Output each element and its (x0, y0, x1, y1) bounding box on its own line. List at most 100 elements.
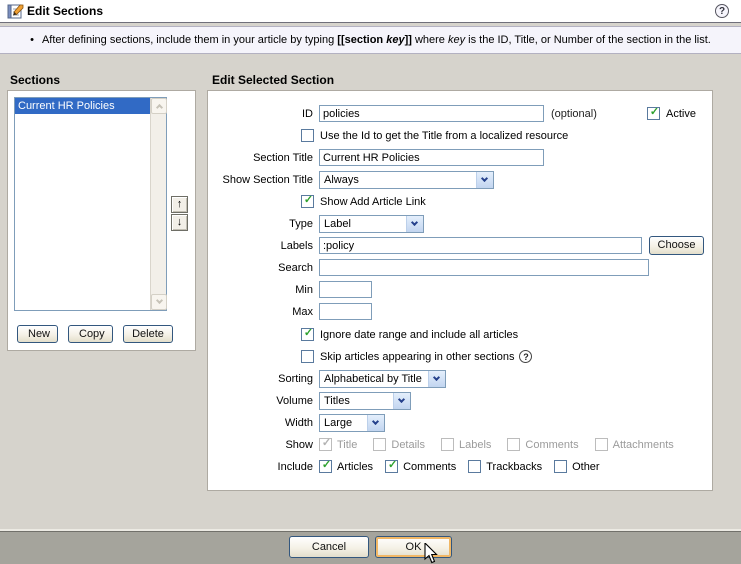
check-icon: ✓ (648, 107, 661, 118)
show-option-attachments: ✓ Attachments (595, 438, 674, 451)
skip-articles-checkbox[interactable]: ✓ (301, 350, 314, 363)
show-add-article-row: ✓ Show Add Article Link (213, 193, 704, 210)
sections-heading: Sections (10, 73, 60, 87)
include-option-trackbacks: ✓ Trackbacks (468, 460, 542, 473)
labels-checkbox: ✓ (441, 438, 454, 451)
ignore-date-range-label: Ignore date range and include all articl… (320, 329, 518, 341)
move-down-button[interactable]: ↓ (171, 214, 188, 231)
dialog-title: Edit Sections (27, 4, 103, 18)
scroll-up-icon[interactable] (151, 98, 167, 114)
attachments-checkbox: ✓ (595, 438, 608, 451)
sorting-select[interactable]: Alphabetical by Title (319, 370, 446, 388)
volume-row: Volume Titles (213, 392, 704, 409)
type-label: Type (213, 218, 313, 230)
scroll-down-icon[interactable] (151, 294, 167, 310)
chevron-down-icon (393, 393, 410, 409)
include-option-comments: ✓ Comments (385, 460, 456, 473)
type-row: Type Label (213, 215, 704, 232)
skip-articles-label: Skip articles appearing in other section… (320, 351, 514, 363)
listbox-scrollbar[interactable] (150, 98, 166, 310)
search-input[interactable] (319, 259, 649, 276)
down-arrow-icon: ↓ (177, 216, 183, 228)
search-row: Search (213, 259, 704, 276)
localized-row: ✓ Use the Id to get the Title from a loc… (213, 127, 704, 144)
show-option-comments: ✓ Comments (507, 438, 578, 451)
optional-hint: (optional) (551, 108, 597, 120)
comments-checkbox: ✓ (507, 438, 520, 451)
ok-button[interactable]: OK (375, 536, 452, 558)
edit-form-icon (7, 3, 24, 20)
min-row: Min (213, 281, 704, 298)
edit-section-form: ID (optional) ✓ Active ✓ Use the Id to g… (207, 90, 713, 491)
sorting-row: Sorting Alphabetical by Title (213, 370, 704, 387)
info-note-bar: • After defining sections, include them … (0, 26, 741, 54)
min-label: Min (213, 284, 313, 296)
other-checkbox[interactable]: ✓ (554, 460, 567, 473)
localized-label: Use the Id to get the Title from a local… (320, 130, 568, 142)
include-options-row: Include ✓ Articles ✓ Comments ✓ Trackbac… (213, 458, 704, 475)
show-label: Show (213, 439, 313, 451)
list-item[interactable]: Current HR Policies (15, 98, 150, 114)
sections-listbox[interactable]: Current HR Policies (14, 97, 167, 311)
ignore-date-range-checkbox[interactable]: ✓ (301, 328, 314, 341)
volume-select[interactable]: Titles (319, 392, 411, 410)
show-option-labels: ✓ Labels (441, 438, 491, 451)
chevron-down-icon (476, 172, 493, 188)
move-up-button[interactable]: ↑ (171, 196, 188, 213)
articles-checkbox[interactable]: ✓ (319, 460, 332, 473)
delete-button[interactable]: Delete (123, 325, 173, 343)
include-comments-checkbox[interactable]: ✓ (385, 460, 398, 473)
up-arrow-icon: ↑ (177, 198, 183, 210)
width-select[interactable]: Large (319, 414, 385, 432)
labels-label: Labels (213, 240, 313, 252)
info-note-text: After defining sections, include them in… (42, 34, 711, 46)
choose-button[interactable]: Choose (649, 236, 704, 255)
ignore-date-range-row: ✓ Ignore date range and include all arti… (213, 326, 704, 343)
labels-input[interactable] (319, 237, 642, 254)
min-input[interactable] (319, 281, 372, 298)
copy-button[interactable]: Copy (68, 325, 113, 343)
max-label: Max (213, 306, 313, 318)
edit-sections-dialog: Edit Sections ? • After defining section… (0, 0, 741, 564)
list-actions: New Copy Delete (17, 325, 173, 343)
search-label: Search (213, 262, 313, 274)
show-section-title-row: Show Section Title Always (213, 171, 704, 188)
id-row: ID (optional) ✓ Active (213, 105, 704, 122)
new-button[interactable]: New (17, 325, 58, 343)
trackbacks-checkbox[interactable]: ✓ (468, 460, 481, 473)
sections-panel: Current HR Policies ↑ ↓ New Copy Delete (7, 90, 196, 351)
help-icon[interactable]: ? (715, 4, 729, 18)
max-row: Max (213, 303, 704, 320)
include-option-other: ✓ Other (554, 460, 600, 473)
bullet-icon: • (30, 34, 34, 46)
max-input[interactable] (319, 303, 372, 320)
include-label: Include (213, 461, 313, 473)
id-input[interactable] (319, 105, 544, 122)
show-add-article-checkbox[interactable]: ✓ (301, 195, 314, 208)
show-options-row: Show ✓ Title ✓ Details ✓ Labels ✓ Commen… (213, 436, 704, 453)
volume-label: Volume (213, 395, 313, 407)
footer-bar: Cancel OK (0, 531, 741, 564)
show-section-title-select[interactable]: Always (319, 171, 494, 189)
edit-selected-section-heading: Edit Selected Section (212, 73, 334, 87)
show-option-title: ✓ Title (319, 438, 357, 451)
width-label: Width (213, 417, 313, 429)
dialog-titlebar: Edit Sections ? (0, 0, 741, 23)
active-checkbox[interactable]: ✓ (647, 107, 660, 120)
width-row: Width Large (213, 414, 704, 431)
chevron-down-icon (367, 415, 384, 431)
sorting-label: Sorting (213, 373, 313, 385)
localized-checkbox[interactable]: ✓ (301, 129, 314, 142)
active-label: Active (666, 108, 696, 120)
chevron-down-icon (406, 216, 423, 232)
show-section-title-label: Show Section Title (213, 174, 313, 186)
show-option-details: ✓ Details (373, 438, 425, 451)
id-label: ID (213, 108, 313, 120)
labels-row: Labels Choose (213, 237, 704, 254)
question-icon[interactable]: ? (519, 350, 532, 363)
title-checkbox: ✓ (319, 438, 332, 451)
cancel-button[interactable]: Cancel (289, 536, 369, 558)
details-checkbox: ✓ (373, 438, 386, 451)
type-select[interactable]: Label (319, 215, 424, 233)
section-title-input[interactable] (319, 149, 544, 166)
